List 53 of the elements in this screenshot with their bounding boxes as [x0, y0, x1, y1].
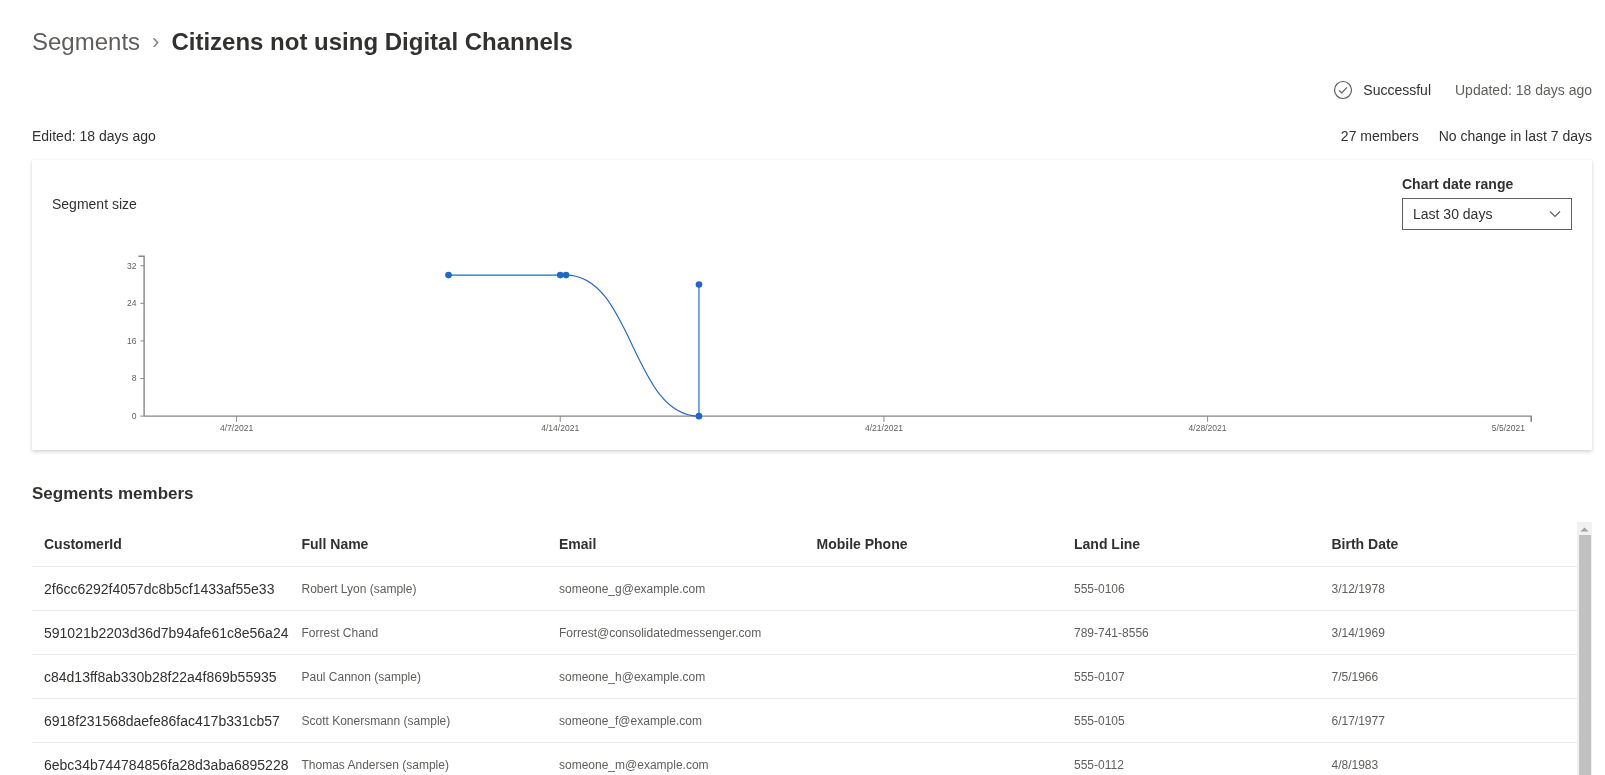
y-tick-label: 24	[127, 297, 137, 308]
x-tick-label: 4/7/2021	[219, 422, 254, 433]
status-label: Successful	[1363, 82, 1431, 98]
x-tick-label: 5/5/2021	[1491, 422, 1526, 433]
y-tick-label: 32	[127, 260, 137, 271]
table-cell-text: Forrest Chand	[300, 625, 380, 640]
edited-time: Edited: 18 days ago	[32, 128, 156, 144]
breadcrumb-separator: ›	[152, 29, 160, 55]
table-cell-text: someone_f@example.com	[558, 713, 703, 728]
table-cell-text: c84d13ff8ab330b28f22a4f869b55935	[43, 668, 278, 685]
page-title: Citizens not using Digital Channels	[171, 28, 573, 56]
x-tick-label: 4/21/2021	[864, 422, 903, 433]
updated-time: Updated: 18 days ago	[1455, 82, 1592, 98]
table-cell-text: 555-0107	[1073, 669, 1126, 684]
table-cell-text: 591021b2203d36d7b94afe61c8e56a24	[43, 624, 290, 641]
column-header[interactable]: Birth Date	[1319, 536, 1577, 552]
section-heading: Segments members	[32, 484, 195, 505]
table-cell-text: Forrest@consolidatedmessenger.com	[558, 625, 763, 640]
table-cell-text: Robert Lyon (sample)	[300, 581, 418, 596]
date-range-dropdown[interactable]: Last 30 days	[1402, 198, 1572, 230]
breadcrumb-link[interactable]: Segments	[32, 28, 141, 56]
table-cell-text: Paul Cannon (sample)	[300, 669, 422, 684]
members-count: 27 members	[1340, 128, 1419, 144]
table-cell-text: 3/14/1969	[1330, 625, 1386, 640]
table-cell-text: Scott Konersmann (sample)	[300, 713, 452, 728]
y-tick-label: 8	[131, 373, 137, 383]
change-note: No change in last 7 days	[1438, 128, 1592, 144]
table-cell-text: Thomas Andersen (sample)	[300, 757, 450, 772]
table-cell-text: 789-741-8556	[1073, 625, 1150, 640]
table-cell-text: 2f6cc6292f4057dc8b5cf1433af55e33	[43, 580, 276, 597]
table-cell-text: 555-0106	[1073, 581, 1126, 596]
date-range-label: Chart date range	[1402, 176, 1515, 192]
table-cell-text: someone_h@example.com	[558, 669, 707, 684]
column-header[interactable]: CustomerId	[32, 536, 290, 552]
table-cell-text: someone_m@example.com	[558, 757, 710, 772]
column-header[interactable]: Email	[547, 536, 805, 552]
table-cell-text: 6ebc34b744784856fa28d3aba6895228	[43, 756, 290, 773]
chart-title: Segment size	[52, 196, 137, 214]
column-header[interactable]: Mobile Phone	[804, 536, 1062, 552]
y-tick-label: 16	[127, 335, 137, 346]
table-cell-text: 7/5/1966	[1330, 669, 1380, 684]
table-cell-text: 555-0105	[1073, 713, 1126, 728]
table-cell-text: 6918f231568daefe86fac417b331cb57	[43, 712, 281, 729]
table-cell-text: 3/12/1978	[1330, 581, 1386, 596]
column-header[interactable]: Land Line	[1062, 536, 1320, 552]
x-tick-label: 4/28/2021	[1188, 422, 1227, 433]
table-cell-text: 555-0112	[1073, 757, 1125, 772]
column-header[interactable]: Full Name	[289, 536, 547, 552]
x-tick-label: 4/14/2021	[541, 422, 580, 433]
table-cell-text: 4/8/1983	[1330, 757, 1380, 772]
table-cell-text: someone_g@example.com	[558, 581, 707, 596]
y-tick-label: 0	[131, 410, 137, 421]
table-cell-text: 6/17/1977	[1330, 713, 1386, 728]
